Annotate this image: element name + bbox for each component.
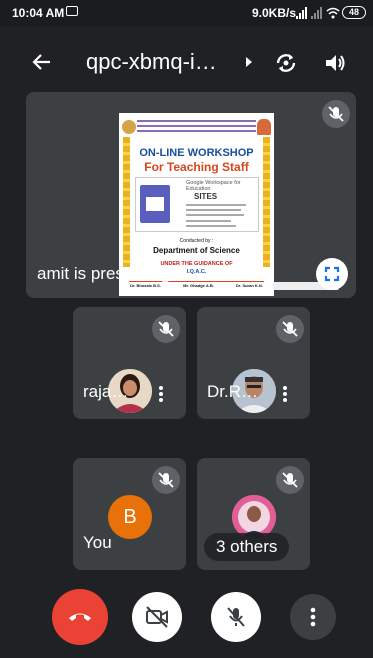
department: Department of Science: [153, 246, 240, 255]
more-vert-icon: [310, 607, 316, 627]
mic-toggle-button[interactable]: [211, 592, 261, 642]
status-time: 10:04 AM: [12, 6, 65, 20]
more-options-icon[interactable]: [158, 385, 164, 403]
mic-off-icon: [152, 466, 180, 494]
participant-name: You: [83, 533, 112, 552]
more-options-icon[interactable]: [282, 385, 288, 403]
mic-off-icon: [322, 100, 350, 128]
fullscreen-button[interactable]: [316, 258, 348, 290]
expand-info-icon[interactable]: [246, 57, 252, 67]
product-line: Google Workspace for Education: [186, 180, 241, 192]
mic-off-icon: [276, 315, 304, 343]
status-bar: 10:04 AM 9.0KB/s 48: [0, 0, 373, 26]
wifi-icon: [326, 7, 340, 19]
google-sites-icon: [140, 185, 170, 223]
footer-name: Dr. Suran K.N.: [236, 283, 263, 288]
footer-name: Mr. Ghadge A.B.: [183, 283, 214, 288]
end-call-button[interactable]: [52, 589, 108, 645]
signal-icon: [296, 7, 322, 19]
camera-toggle-button[interactable]: [132, 592, 182, 642]
poster-header: [119, 116, 274, 136]
meeting-header: qpc-xbmq-i…: [0, 40, 373, 84]
presenting-label: amit is presenting: [37, 264, 171, 283]
camera-off-icon: [146, 606, 168, 628]
product-box: Google Workspace for Education SITES: [135, 177, 259, 232]
portrait-image: [257, 119, 271, 135]
presentation-tile[interactable]: ON-LINE WORKSHOP For Teaching Staff Goog…: [26, 92, 356, 298]
participant-tile[interactable]: raja…: [73, 307, 186, 419]
mic-off-icon: [276, 466, 304, 494]
network-speed: 9.0KB/s: [252, 6, 297, 20]
battery-icon: 48: [342, 6, 366, 19]
participant-name: Dr.R…: [207, 382, 258, 401]
others-tile[interactable]: 3 others: [197, 458, 310, 570]
meeting-code[interactable]: qpc-xbmq-i…: [86, 49, 217, 75]
mic-off-icon: [227, 607, 245, 627]
participant-tile[interactable]: Dr.R…: [197, 307, 310, 419]
college-logo: [122, 120, 136, 134]
arrow-left-icon[interactable]: [30, 50, 54, 74]
speaker-icon[interactable]: [322, 50, 348, 76]
conducted-by: Conducted by :: [179, 238, 214, 244]
more-options-button[interactable]: [290, 594, 336, 640]
participant-name: raja…: [83, 382, 129, 401]
poster-title: ON-LINE WORKSHOP: [139, 147, 254, 159]
mic-off-icon: [152, 315, 180, 343]
others-count: 3 others: [204, 533, 290, 561]
avatar: B: [108, 495, 152, 539]
hang-up-icon: [69, 613, 91, 621]
camera-flip-icon[interactable]: [273, 50, 299, 76]
screen-record-icon: [66, 6, 78, 16]
product-name: SITES: [194, 192, 218, 201]
self-tile[interactable]: B You: [73, 458, 186, 570]
poster-subtitle: For Teaching Staff: [144, 160, 249, 174]
